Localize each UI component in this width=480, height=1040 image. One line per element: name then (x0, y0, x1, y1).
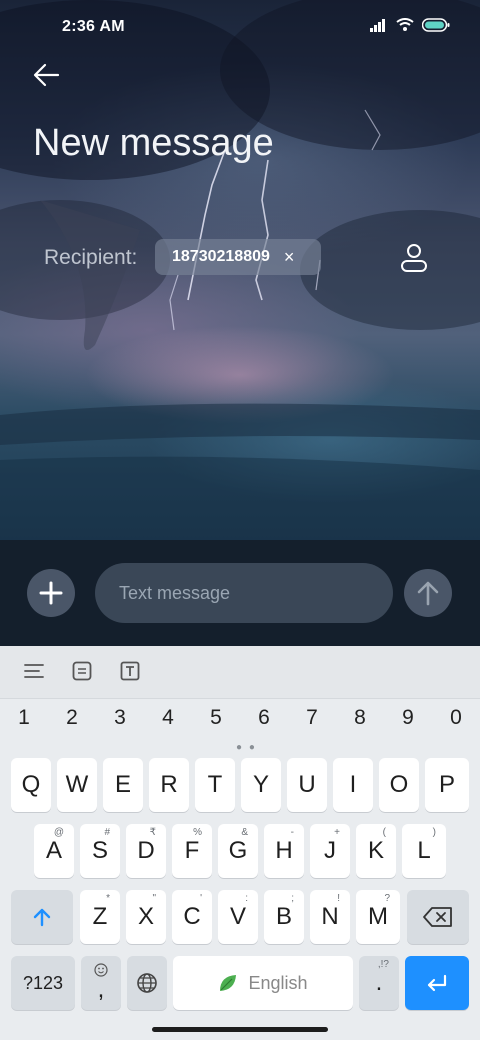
key-6[interactable]: 6 (240, 706, 288, 730)
arrow-up-icon (417, 581, 439, 606)
key-e[interactable]: E (103, 758, 143, 812)
status-time: 2:36 AM (62, 18, 125, 35)
key-x[interactable]: " X (126, 890, 166, 944)
status-icons (370, 18, 450, 32)
send-button[interactable] (404, 569, 452, 617)
key-r[interactable]: R (149, 758, 189, 812)
key-4[interactable]: 4 (144, 706, 192, 730)
enter-arrow-icon (427, 974, 447, 992)
key-0[interactable]: 0 (432, 706, 480, 730)
shift-arrow-icon (33, 908, 51, 927)
number-row: 1 2 3 4 5 6 7 8 9 0 (0, 706, 480, 740)
key-n[interactable]: ! N (310, 890, 350, 944)
wifi-icon (396, 18, 414, 31)
key-w[interactable]: W (57, 758, 97, 812)
clipboard-icon[interactable] (71, 660, 95, 684)
emoji-icon (94, 963, 108, 977)
symbols-key[interactable]: ?123 (11, 956, 75, 1010)
key-7[interactable]: 7 (288, 706, 336, 730)
key-u[interactable]: U (287, 758, 327, 812)
key-f[interactable]: % F (172, 824, 212, 878)
key-2[interactable]: 2 (48, 706, 96, 730)
recipient-label: Recipient: (44, 246, 138, 269)
menu-icon[interactable] (23, 660, 47, 684)
key-c[interactable]: ' C (172, 890, 212, 944)
key-1[interactable]: 1 (0, 706, 48, 730)
plus-icon (39, 581, 63, 605)
key-o[interactable]: O (379, 758, 419, 812)
page-title: New message (33, 122, 274, 164)
message-input[interactable] (95, 563, 393, 623)
key-h[interactable]: -H (264, 824, 304, 878)
recipient-chip-number: 18730218809 (172, 248, 270, 265)
key-9[interactable]: 9 (384, 706, 432, 730)
attach-button[interactable] (27, 569, 75, 617)
status-bar: 2:36 AM (0, 0, 480, 56)
message-field[interactable] (95, 563, 393, 623)
home-indicator[interactable] (152, 1027, 328, 1032)
key-g[interactable]: & G (218, 824, 258, 878)
key-8[interactable]: 8 (336, 706, 384, 730)
key-v[interactable]: :V (218, 890, 258, 944)
shift-key[interactable] (11, 890, 73, 944)
backspace-key[interactable] (407, 890, 469, 944)
arrow-left-icon (33, 63, 60, 87)
key-q[interactable]: Q (11, 758, 51, 812)
enter-key[interactable] (405, 956, 469, 1010)
battery-icon (422, 18, 450, 32)
backspace-icon (423, 907, 452, 927)
key-i[interactable]: I (333, 758, 373, 812)
key-l[interactable]: ) L (402, 824, 446, 878)
key-3[interactable]: 3 (96, 706, 144, 730)
key-b[interactable]: ; B (264, 890, 304, 944)
back-button[interactable] (32, 62, 72, 98)
emoji-comma-key[interactable]: , (81, 956, 121, 1010)
space-key[interactable]: English (173, 956, 353, 1010)
key-k[interactable]: (K (356, 824, 396, 878)
key-j[interactable]: + J (310, 824, 350, 878)
language-key[interactable] (127, 956, 167, 1010)
leaf-icon (220, 975, 237, 991)
period-key[interactable]: ,!?. (359, 956, 399, 1010)
globe-icon (137, 973, 157, 993)
text-format-icon[interactable] (119, 660, 143, 684)
key-a[interactable]: @ A (34, 824, 74, 878)
key-m[interactable]: ? M (356, 890, 400, 944)
signal-icon (370, 19, 385, 32)
key-d[interactable]: ₹ D (126, 824, 166, 878)
recipient-chip[interactable]: 18730218809 × (155, 239, 321, 275)
contacts-button[interactable] (396, 240, 432, 276)
key-p[interactable]: P (425, 758, 469, 812)
key-5[interactable]: 5 (192, 706, 240, 730)
key-s[interactable]: # S (80, 824, 120, 878)
key-z[interactable]: * Z (80, 890, 120, 944)
page-indicator: ● ● (236, 742, 257, 753)
key-y[interactable]: Y (241, 758, 281, 812)
remove-recipient-button[interactable]: × (284, 247, 295, 268)
person-icon (401, 244, 427, 272)
key-t[interactable]: T (195, 758, 235, 812)
